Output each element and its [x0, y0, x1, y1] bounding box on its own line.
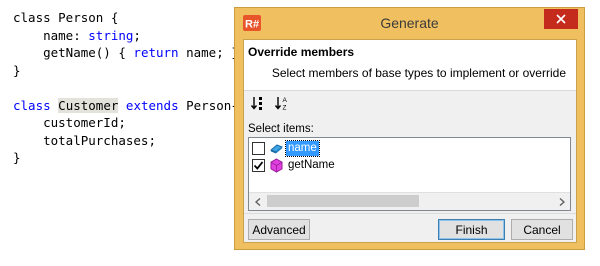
scroll-left-button[interactable]: [249, 193, 266, 210]
sort-ascending-icon[interactable]: [250, 95, 266, 111]
scroll-thumb[interactable]: [267, 195, 419, 207]
code-token: totalPurchases;: [13, 132, 156, 148]
chevron-left-icon: [254, 197, 260, 206]
close-button[interactable]: [544, 9, 578, 29]
code-token: return: [133, 45, 179, 60]
button-bar: Advanced Finish Cancel: [244, 213, 576, 242]
item-checkbox[interactable]: [252, 159, 265, 172]
code-editor[interactable]: class Person { name: string; getName() {…: [13, 9, 239, 167]
svg-text:Z: Z: [283, 105, 287, 112]
code-token: string: [88, 27, 134, 43]
code-token: Person{: [178, 97, 239, 113]
dialog-title: Generate: [380, 15, 439, 31]
code-token: name:: [13, 27, 89, 43]
code-line: }: [13, 62, 239, 80]
title-bar: R# Generate: [235, 8, 584, 38]
code-token: customerId;: [13, 115, 126, 130]
header-title: Override members: [248, 45, 355, 59]
method-icon: [270, 158, 283, 173]
scroll-right-button[interactable]: [553, 193, 570, 210]
code-token: }: [13, 150, 21, 165]
generate-dialog: R# Generate Override members Select memb…: [234, 7, 585, 250]
code-line: class Customer extends Person{: [13, 97, 239, 115]
item-label: name: [285, 140, 320, 157]
list-item[interactable]: name: [252, 140, 552, 157]
svg-text:A: A: [283, 97, 288, 104]
code-line: class Person {: [13, 9, 239, 27]
item-label: getName: [288, 159, 335, 171]
close-icon: [556, 14, 566, 24]
advanced-button[interactable]: Advanced: [248, 219, 310, 240]
header-subtitle: Select members of base types to implemen…: [271, 66, 566, 80]
code-token: class: [13, 97, 51, 113]
header-pane: Override members Select members of base …: [244, 40, 576, 91]
sort-alphabetical-icon[interactable]: A Z: [274, 95, 290, 111]
code-token: class Person {: [13, 10, 119, 25]
chevron-right-icon: [559, 197, 565, 206]
finish-button[interactable]: Finish: [438, 219, 505, 240]
list-item[interactable]: getName: [252, 158, 552, 174]
code-token: getName() {: [13, 45, 134, 60]
check-icon: [253, 161, 264, 170]
code-line: customerId;: [13, 114, 239, 132]
code-token: Customer: [58, 97, 119, 113]
code-token: }: [13, 62, 21, 78]
code-line: name: string;: [13, 27, 239, 45]
select-items-label: Select items:: [248, 123, 314, 135]
property-icon: [270, 144, 283, 154]
cancel-button[interactable]: Cancel: [511, 219, 573, 240]
code-line: getName() { return name; }: [13, 44, 239, 62]
code-token: extends: [125, 97, 179, 113]
member-list[interactable]: name getName: [248, 137, 571, 211]
code-line: }: [13, 149, 239, 167]
code-token: name; }: [178, 45, 239, 60]
dialog-body: Override members Select members of base …: [243, 39, 577, 243]
code-token: ;: [133, 27, 141, 43]
code-line: totalPurchases;: [13, 132, 239, 150]
horizontal-scrollbar[interactable]: [249, 192, 570, 210]
item-checkbox[interactable]: [252, 142, 265, 155]
